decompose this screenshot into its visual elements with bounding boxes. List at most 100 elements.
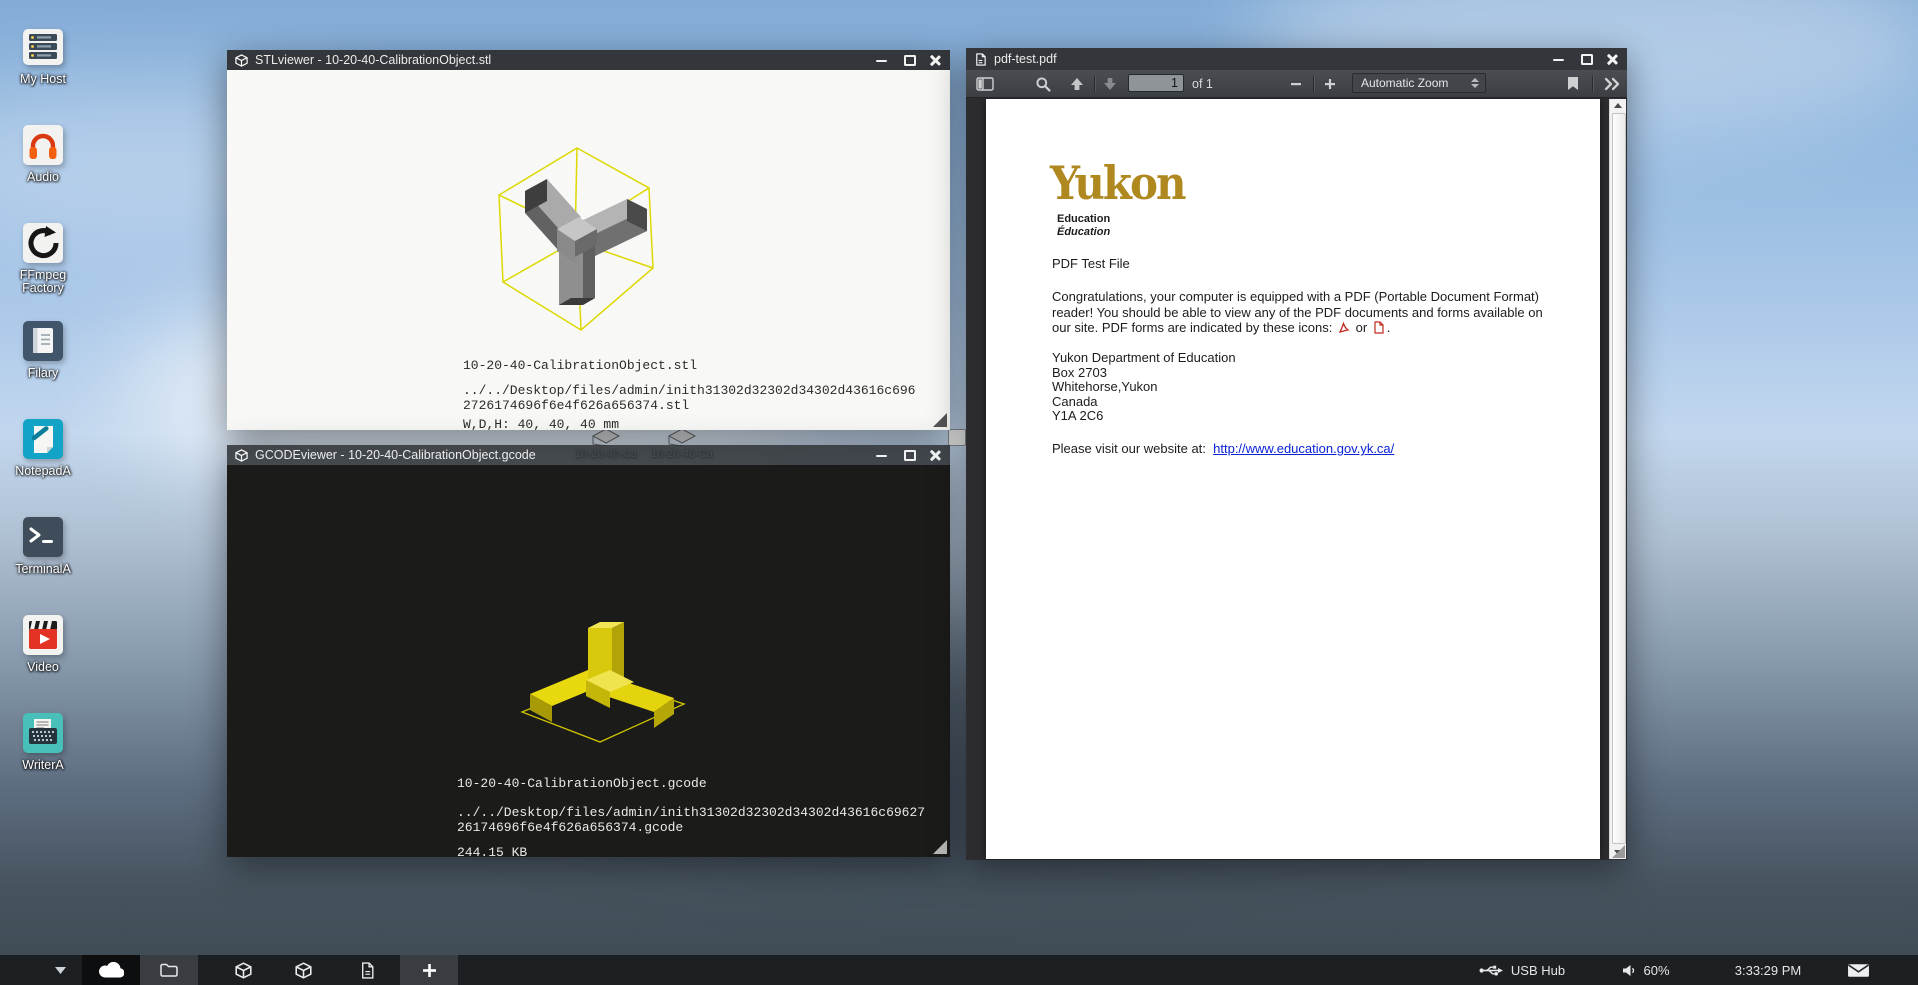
- pdf-content-area: Yukon Education Éducation PDF Test File …: [966, 98, 1627, 860]
- volume-label: 60%: [1643, 963, 1669, 978]
- clock-label: 3:33:29 PM: [1735, 963, 1802, 978]
- desktop-icon-label: NotepadA: [0, 465, 98, 478]
- resize-grip[interactable]: [933, 413, 947, 427]
- stl-window-titlebar[interactable]: STLviewer - 10-20-40-CalibrationObject.s…: [227, 50, 950, 70]
- typewriter-icon: [20, 710, 66, 756]
- maximize-button[interactable]: [1579, 54, 1592, 65]
- pdf-form-icon: [1373, 321, 1385, 334]
- address-line: Whitehorse,Yukon: [1052, 380, 1236, 395]
- desktop-icon-label: Video: [0, 661, 98, 674]
- select-arrows-icon: [1471, 78, 1479, 88]
- desktop-icon-terminala[interactable]: TerminalA: [0, 514, 98, 576]
- website-line: Please visit our website at: http://www.…: [1052, 441, 1394, 456]
- close-button[interactable]: [1606, 54, 1619, 65]
- plus-icon: [1324, 78, 1336, 90]
- gcode-file-size: 244.15 KB: [457, 845, 527, 857]
- server-icon: [20, 24, 66, 70]
- zoom-in-button[interactable]: [1318, 70, 1342, 97]
- acrobat-icon: [1338, 322, 1350, 334]
- desktop-icon-label: TerminalA: [0, 563, 98, 576]
- cube-icon: [235, 962, 252, 979]
- gcode-viewport[interactable]: 10-20-40-CalibrationObject.gcode ../../D…: [227, 465, 950, 857]
- desktop-icon-ffmpeg-factory[interactable]: FFmpeg Factory: [0, 220, 98, 295]
- taskbar-usb-status[interactable]: USB Hub: [1472, 955, 1572, 985]
- cube-icon: [235, 449, 248, 462]
- resize-grip[interactable]: [933, 840, 947, 854]
- desktop-icon-label: Audio: [0, 171, 98, 184]
- minimize-button[interactable]: [875, 450, 888, 461]
- stl-viewer-window: STLviewer - 10-20-40-CalibrationObject.s…: [227, 50, 950, 430]
- page-count-label: of 1: [1192, 70, 1226, 97]
- plus-icon: [422, 963, 437, 978]
- desktop-icon-writera[interactable]: WriterA: [0, 710, 98, 772]
- minimize-button[interactable]: [875, 55, 888, 66]
- gcode-window-titlebar[interactable]: GCODEviewer - 10-20-40-CalibrationObject…: [227, 445, 950, 465]
- sidebar-toggle-icon: [976, 77, 994, 91]
- search-button[interactable]: [1030, 70, 1056, 97]
- previous-page-button[interactable]: [1064, 70, 1090, 97]
- folder-icon: [160, 963, 178, 977]
- taskbar-add-button[interactable]: [400, 955, 458, 985]
- taskbar-expand-button[interactable]: [40, 955, 80, 985]
- usb-label: USB Hub: [1511, 963, 1565, 978]
- desktop-icon-label: FFmpeg Factory: [6, 269, 80, 295]
- desktop-icon-filary[interactable]: Filary: [0, 318, 98, 380]
- taskbar-clock[interactable]: 3:33:29 PM: [1718, 955, 1818, 985]
- address-line: Yukon Department of Education: [1052, 351, 1236, 366]
- speaker-icon: [1622, 964, 1636, 977]
- zoom-select[interactable]: Automatic Zoom: [1352, 73, 1486, 93]
- desktop-icon-video[interactable]: Video: [0, 612, 98, 674]
- double-chevron-right-icon: [1603, 77, 1620, 91]
- desktop: My Host Audio FFmpeg Factory Filary Note…: [0, 0, 1918, 985]
- taskbar-gcodeviewer-button[interactable]: [278, 955, 328, 985]
- next-page-button[interactable]: [1097, 70, 1123, 97]
- website-link[interactable]: http://www.education.gov.yk.ca/: [1213, 441, 1394, 456]
- pdf-page[interactable]: Yukon Education Éducation PDF Test File …: [986, 99, 1600, 859]
- taskbar-stlviewer-button[interactable]: [218, 955, 268, 985]
- pdf-heading: PDF Test File: [1052, 256, 1130, 271]
- taskbar-mail-button[interactable]: [1838, 955, 1878, 985]
- maximize-button[interactable]: [902, 450, 915, 461]
- pdf-window-titlebar[interactable]: pdf-test.pdf: [966, 48, 1627, 70]
- close-button[interactable]: [929, 450, 942, 461]
- close-button[interactable]: [929, 55, 942, 66]
- page-number-value: 1: [1171, 76, 1178, 90]
- pdf-file-icon: [974, 53, 987, 66]
- clapperboard-icon: [20, 612, 66, 658]
- taskbar-pdfviewer-button[interactable]: [342, 955, 392, 985]
- search-icon: [1035, 76, 1051, 92]
- scrollbar-thumb[interactable]: [1612, 113, 1626, 844]
- toolbar-separator: [1094, 76, 1095, 92]
- gcode-file-name: 10-20-40-CalibrationObject.gcode: [457, 776, 707, 791]
- chevron-down-icon: [55, 967, 66, 974]
- desktop-icon-label: My Host: [0, 73, 98, 86]
- resize-grip[interactable]: [1612, 845, 1625, 858]
- taskbar-volume-status[interactable]: 60%: [1616, 955, 1676, 985]
- desktop-icon-label: Filary: [0, 367, 98, 380]
- zoom-out-button[interactable]: [1284, 70, 1308, 97]
- page-number-input[interactable]: 1: [1128, 74, 1184, 92]
- desktop-icon-audio[interactable]: Audio: [0, 122, 98, 184]
- scrollbar-up-button[interactable]: [1610, 99, 1626, 112]
- taskbar: USB Hub 60% 3:33:29 PM: [0, 955, 1918, 985]
- headphones-icon: [20, 122, 66, 168]
- maximize-button[interactable]: [902, 55, 915, 66]
- envelope-icon: [1847, 963, 1870, 978]
- taskbar-files-button[interactable]: [140, 955, 198, 985]
- bookmark-button[interactable]: [1560, 70, 1586, 97]
- desktop-icon-notepada[interactable]: NotepadA: [0, 416, 98, 478]
- desktop-icon-my-host[interactable]: My Host: [0, 24, 98, 86]
- logo-subtitle-en: Education: [1057, 213, 1110, 225]
- toolbar-more-button[interactable]: [1598, 70, 1624, 97]
- zoom-select-value: Automatic Zoom: [1361, 76, 1448, 90]
- address-block: Yukon Department of Education Box 2703 W…: [1052, 351, 1236, 424]
- minimize-button[interactable]: [1552, 54, 1565, 65]
- taskbar-cloud-button[interactable]: [82, 955, 140, 985]
- cube-file-icon: [667, 428, 697, 446]
- stl-file-path: ../../Desktop/files/admin/inith31302d323…: [463, 383, 915, 413]
- address-line: Box 2703: [1052, 366, 1236, 381]
- stl-viewport[interactable]: 10-20-40-CalibrationObject.stl ../../Des…: [227, 70, 950, 430]
- sidebar-toggle-button[interactable]: [972, 70, 998, 97]
- pdf-scrollbar[interactable]: [1609, 99, 1626, 859]
- terminal-icon: [20, 514, 66, 560]
